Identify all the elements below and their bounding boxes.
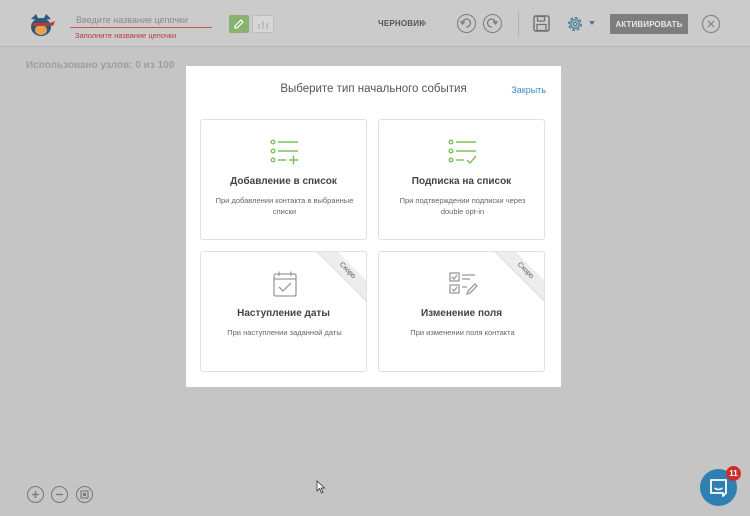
list-add-icon [270,138,300,166]
card-description: При подтверждении подписки через double … [399,196,526,216]
chart-icon [258,21,268,29]
event-card-field-change: Изменение поля При изменении поля контак… [378,251,545,372]
coming-soon-badge: Скоро [488,252,544,308]
start-event-modal: Выберите тип начального события Закрыть … [186,66,561,387]
save-button[interactable] [532,14,551,33]
floppy-disk-icon [533,15,550,32]
status-label: ЧЕРНОВИК [378,19,425,28]
modal-close-link[interactable]: Закрыть [511,85,546,95]
fit-screen-icon [80,490,89,499]
field-edit-icon [448,270,478,298]
card-description: При наступлении заданной даты [227,328,342,337]
modal-title: Выберите тип начального события [280,83,467,95]
activate-button[interactable]: АКТИВИРОВАТЬ [610,14,688,34]
top-toolbar: Заполните название цепочки ЧЕРНОВИК [0,0,750,47]
card-title: Изменение поля [420,308,503,319]
redo-button[interactable] [483,14,502,33]
coming-soon-badge: Скоро [310,252,366,308]
undo-icon [459,18,472,28]
plus-icon [32,491,39,498]
stats-mode-button[interactable] [252,15,274,33]
card-description: При изменении поля контакта [410,328,515,337]
edit-mode-button[interactable] [229,15,249,33]
close-editor-button[interactable] [701,14,721,34]
card-description: При добавлении контакта в выбранные спис… [215,196,354,216]
zoom-in-button[interactable] [27,486,44,503]
event-card-list-add[interactable]: Добавление в список При добавлении конта… [200,119,367,240]
zoom-fit-button[interactable] [76,486,93,503]
card-title: Наступление даты [237,308,330,319]
redo-icon [486,18,499,28]
minus-icon [56,493,63,496]
pencil-icon [234,19,244,29]
status-dot [422,21,426,25]
event-card-list-subscribe[interactable]: Подписка на список При подтверждении под… [378,119,545,240]
app-logo [26,10,56,38]
calendar-icon [270,270,300,298]
close-icon [701,14,721,34]
card-title: Добавление в список [230,176,337,187]
event-card-date: Наступление даты При наступлении заданно… [200,251,367,372]
toolbar-divider [518,12,519,36]
chain-name-input[interactable] [70,12,212,28]
card-title: Подписка на список [411,176,512,187]
chevron-down-icon[interactable] [589,21,595,25]
chain-name-error: Заполните название цепочки [75,31,177,40]
chat-unread-badge: 11 [726,466,741,481]
node-usage-counter: Использовано узлов: 0 из 100 [26,60,175,71]
zoom-out-button[interactable] [51,486,68,503]
settings-button[interactable] [564,13,586,35]
list-check-icon [448,138,478,166]
gear-icon [568,17,582,31]
mouse-cursor [316,480,326,494]
undo-button[interactable] [457,14,476,33]
